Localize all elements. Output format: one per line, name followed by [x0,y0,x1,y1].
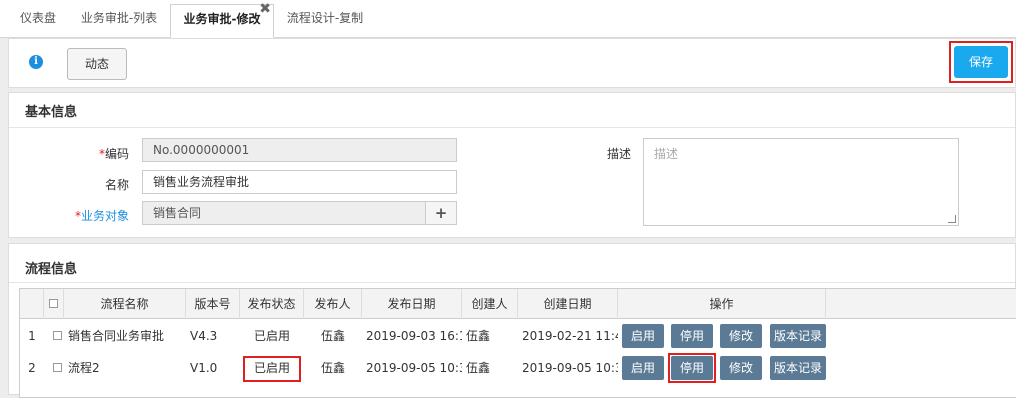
header-create-date: 创建日期 [518,289,618,319]
divider [9,127,1015,128]
edit-button[interactable]: 修改 [720,324,762,348]
tab-label: 仪表盘 [19,11,56,25]
row-checkbox[interactable] [53,363,62,372]
disable-highlight [668,353,716,383]
description-textarea[interactable]: 描述 [643,138,959,226]
tab-approval-list[interactable]: 业务审批-列表 [72,4,166,38]
code-label-text: 编码 [104,147,129,161]
flow-creator: 伍鑫 [466,329,491,343]
code-field: No.0000000001 [142,138,457,162]
flow-status: 已启用 [253,329,290,343]
info-icon[interactable]: i [29,55,43,69]
flow-creator: 伍鑫 [466,361,491,375]
version-history-button[interactable]: 版本记录 [770,356,826,380]
save-button[interactable]: 保存 [954,46,1008,78]
row-number: 1 [28,329,36,343]
tab-dashboard[interactable]: 仪表盘 [10,4,66,38]
disable-button[interactable]: 停用 [671,324,713,348]
code-label: *编码 [69,145,129,162]
header-actions: 操作 [618,289,826,319]
enable-button[interactable]: 启用 [622,356,664,380]
panel-title: 基本信息 [25,105,78,120]
status-highlight [243,356,301,382]
row-checkbox[interactable] [53,331,62,340]
tab-flow-copy[interactable]: 流程设计-复制 [278,4,372,38]
table-header: 流程名称 版本号 发布状态 发布人 发布日期 创建人 创建日期 操作 [20,289,1016,319]
header-version: 版本号 [186,289,240,319]
name-label: 名称 [104,178,129,192]
header-num [20,289,44,319]
save-highlight: 保存 [949,41,1013,83]
add-object-button[interactable]: + [425,201,457,225]
target-label: *业务对象 [69,207,129,224]
select-all-checkbox[interactable] [49,299,58,308]
row-number: 2 [28,361,36,375]
version-history-button[interactable]: 版本记录 [770,324,826,348]
flow-info-panel: 流程信息 流程名称 版本号 发布状态 发布人 发布日期 创建人 创建日期 操作 … [8,243,1016,398]
edit-button[interactable]: 修改 [720,356,762,380]
header-name: 流程名称 [64,289,186,319]
panel-title: 流程信息 [25,262,78,277]
flow-pub-date: 2019-09-05 10:30: [366,361,462,375]
tab-label: 流程设计-复制 [286,11,364,25]
flow-version: V1.0 [190,361,218,375]
header-status: 发布状态 [240,289,304,319]
enable-button[interactable]: 启用 [622,324,664,348]
tab-bar: 仪表盘 业务审批-列表 业务审批-修改 ✖ 流程设计-复制 [0,0,1016,38]
flow-pub-date: 2019-09-03 16:10: [366,329,462,343]
divider [9,282,1015,283]
tab-approval-edit[interactable]: 业务审批-修改 ✖ [170,2,274,38]
basic-info-panel: 基本信息 *编码 No.0000000001 名称 销售业务流程审批 *业务对象… [8,92,1016,238]
flow-publisher: 伍鑫 [320,361,345,375]
flow-create-date: 2019-02-21 11:48: [522,329,618,343]
flow-table: 流程名称 版本号 发布状态 发布人 发布日期 创建人 创建日期 操作 1 销售合… [19,288,1016,398]
flow-publisher: 伍鑫 [320,329,345,343]
tab-label: 业务审批-列表 [80,11,158,25]
header-pub-date: 发布日期 [362,289,462,319]
flow-name: 销售合同业务审批 [68,329,165,343]
description-placeholder: 描述 [654,147,679,161]
flow-name: 流程2 [68,361,100,375]
dynamic-button[interactable]: 动态 [67,48,127,80]
desc-label: 描述 [606,147,631,161]
business-object-field: 销售合同 [142,201,426,225]
name-field[interactable]: 销售业务流程审批 [142,170,457,194]
target-label-text: 业务对象 [80,209,129,223]
resize-grip-icon[interactable] [948,215,956,223]
close-icon[interactable]: ✖ [259,2,271,16]
header-creator: 创建人 [462,289,518,319]
tab-label: 业务审批-修改 [183,12,261,26]
header-check [44,289,64,319]
flow-create-date: 2019-09-05 10:30: [522,361,618,375]
header-publisher: 发布人 [304,289,362,319]
flow-version: V4.3 [190,329,218,343]
toolbar: i 动态 保存 [8,38,1016,88]
